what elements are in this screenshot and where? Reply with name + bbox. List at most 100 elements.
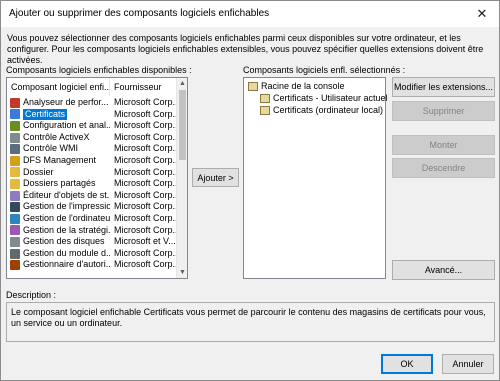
snapin-name: Certificats xyxy=(23,108,68,121)
tree-item[interactable]: Certificats - Utilisateur actuel xyxy=(260,93,388,104)
list-item[interactable]: Éditeur d'objets de st... Microsoft Corp.… xyxy=(7,190,177,202)
snapin-name: Contrôle WMI xyxy=(23,143,79,154)
description-label: Description : xyxy=(6,290,57,300)
list-item[interactable]: Dossier Microsoft Corp... xyxy=(7,167,177,179)
remove-button[interactable]: Supprimer xyxy=(392,101,495,121)
console-root-icon xyxy=(248,82,258,91)
snapin-name-cell: Contrôle WMI xyxy=(10,143,110,155)
column-header-vendor[interactable]: Fournisseur xyxy=(110,78,178,96)
snapin-name: Gestionnaire d'autori... xyxy=(23,259,110,270)
disk-icon xyxy=(10,236,20,247)
snapin-name: Gestion de l'impression xyxy=(23,201,110,212)
vertical-scrollbar[interactable]: ▲ ▼ xyxy=(176,78,187,278)
policy-icon xyxy=(10,225,20,236)
title-bar: Ajouter ou supprimer des composants logi… xyxy=(1,1,499,27)
snapin-name-cell: Gestion de l'ordinateur xyxy=(10,213,110,225)
tree-root[interactable]: Racine de la console xyxy=(248,81,345,92)
snapin-vendor: Microsoft Corp... xyxy=(114,178,176,189)
snapin-vendor: Microsoft Corp... xyxy=(114,131,176,142)
snapin-dialog: Ajouter ou supprimer des composants logi… xyxy=(0,0,500,381)
snapin-name: Gestion de l'ordinateur xyxy=(23,213,110,223)
snapin-name: Analyseur de perfor... xyxy=(23,97,109,107)
snapin-vendor: Microsoft Corp... xyxy=(114,166,176,177)
window-title: Ajouter ou supprimer des composants logi… xyxy=(9,8,270,19)
snapin-vendor: Microsoft Corp... xyxy=(114,201,176,212)
snapin-vendor: Microsoft Corp... xyxy=(114,259,176,270)
selected-label: Composants logiciels enfl. sélectionnés … xyxy=(243,65,406,75)
edit-extensions-button[interactable]: Modifier les extensions... xyxy=(392,77,495,97)
snapin-name-cell: Dossier xyxy=(10,167,110,179)
list-item[interactable]: Gestionnaire d'autori... Microsoft Corp..… xyxy=(7,259,177,271)
wmi-icon xyxy=(10,144,20,155)
certificate-icon xyxy=(260,106,270,115)
snapin-name-cell: Analyseur de perfor... xyxy=(10,97,110,109)
close-icon[interactable]: ✕ xyxy=(465,1,499,27)
gpo-editor-icon xyxy=(10,190,20,201)
snapin-vendor: Microsoft Corp... xyxy=(114,120,176,131)
config-icon xyxy=(10,120,20,131)
snapin-vendor: Microsoft Corp... xyxy=(114,155,176,165)
snapin-vendor: Microsoft Corp... xyxy=(114,143,176,154)
snapin-vendor: Microsoft Corp... xyxy=(114,247,176,258)
scroll-down-icon[interactable]: ▼ xyxy=(177,267,187,278)
intro-text: Vous pouvez sélectionner des composants … xyxy=(7,33,484,65)
activex-icon xyxy=(10,132,20,143)
list-item[interactable]: Analyseur de perfor... Microsoft Corp... xyxy=(7,97,177,109)
tpm-icon xyxy=(10,248,20,259)
snapin-name-cell: Contrôle ActiveX xyxy=(10,132,110,144)
list-item[interactable]: Gestion de l'ordinateur Microsoft Corp... xyxy=(7,213,177,225)
snapin-name: Dossiers partagés xyxy=(23,178,96,189)
snapin-name-cell: DFS Management xyxy=(10,155,110,167)
add-button[interactable]: Ajouter > xyxy=(192,168,239,187)
performance-icon xyxy=(10,97,20,108)
description-box: Le composant logiciel enfichable Certifi… xyxy=(6,302,495,342)
dfs-icon xyxy=(10,155,20,166)
snapin-vendor: Microsoft Corp... xyxy=(114,189,176,200)
scroll-thumb[interactable] xyxy=(179,90,186,160)
available-snapins-list[interactable]: Composant logiciel enfi... Fournisseur A… xyxy=(6,77,188,279)
list-item[interactable]: Certificats Microsoft Corp... xyxy=(7,108,177,121)
snapin-name: Éditeur d'objets de st... xyxy=(23,189,110,200)
snapin-vendor: Microsoft Corp... xyxy=(114,213,176,223)
snapin-name-cell: Gestion de l'impression xyxy=(10,201,110,213)
tree-item-label: Certificats - Utilisateur actuel xyxy=(273,93,388,103)
snapin-name-cell: Gestion du module d... xyxy=(10,248,110,260)
snapin-name-cell: Configuration et anal... xyxy=(10,120,110,132)
cancel-button[interactable]: Annuler xyxy=(442,354,494,374)
column-header-name[interactable]: Composant logiciel enfi... xyxy=(7,78,110,96)
snapin-name: Gestion du module d... xyxy=(23,247,110,258)
printer-icon xyxy=(10,202,20,213)
list-item[interactable]: Contrôle WMI Microsoft Corp... xyxy=(7,143,177,155)
list-item[interactable]: Gestion des disques Microsoft et V... xyxy=(7,236,177,248)
list-item[interactable]: Configuration et anal... Microsoft Corp..… xyxy=(7,120,177,132)
list-item[interactable]: Gestion de la stratégi... Microsoft Corp.… xyxy=(7,225,177,237)
tree-item[interactable]: Certificats (ordinateur local) xyxy=(260,105,383,116)
snapin-vendor: Microsoft Corp... xyxy=(114,97,176,107)
list-item[interactable]: Contrôle ActiveX Microsoft Corp... xyxy=(7,132,177,144)
auth-manager-icon xyxy=(10,260,20,271)
snapin-name-cell: Certificats xyxy=(10,108,110,121)
snapin-name-cell: Gestion des disques xyxy=(10,236,110,248)
scroll-up-icon[interactable]: ▲ xyxy=(177,78,187,89)
snapin-name: Gestion de la stratégi... xyxy=(23,224,110,235)
computer-icon xyxy=(10,213,20,224)
list-item[interactable]: Dossiers partagés Microsoft Corp... xyxy=(7,178,177,190)
selected-snapins-tree[interactable]: Racine de la console Certificats - Utili… xyxy=(243,77,388,279)
description-text: Le composant logiciel enfichable Certifi… xyxy=(11,307,486,328)
snapin-name-cell: Dossiers partagés xyxy=(10,178,110,190)
shared-folder-icon xyxy=(10,178,20,189)
certificate-icon xyxy=(260,94,270,103)
list-item[interactable]: DFS Management Microsoft Corp... xyxy=(7,155,177,167)
snapin-name-cell: Éditeur d'objets de st... xyxy=(10,190,110,202)
folder-icon xyxy=(10,167,20,178)
advanced-button[interactable]: Avancé... xyxy=(392,260,495,280)
snapin-name: Contrôle ActiveX xyxy=(23,131,90,142)
move-down-button[interactable]: Descendre xyxy=(392,158,495,178)
tree-item-label: Certificats (ordinateur local) xyxy=(273,105,384,115)
ok-button[interactable]: OK xyxy=(381,354,433,374)
list-item[interactable]: Gestion du module d... Microsoft Corp... xyxy=(7,248,177,260)
list-item[interactable]: Gestion de l'impression Microsoft Corp... xyxy=(7,201,177,213)
snapin-name: Configuration et anal... xyxy=(23,120,110,131)
tree-root-label: Racine de la console xyxy=(261,81,345,91)
move-up-button[interactable]: Monter xyxy=(392,135,495,155)
